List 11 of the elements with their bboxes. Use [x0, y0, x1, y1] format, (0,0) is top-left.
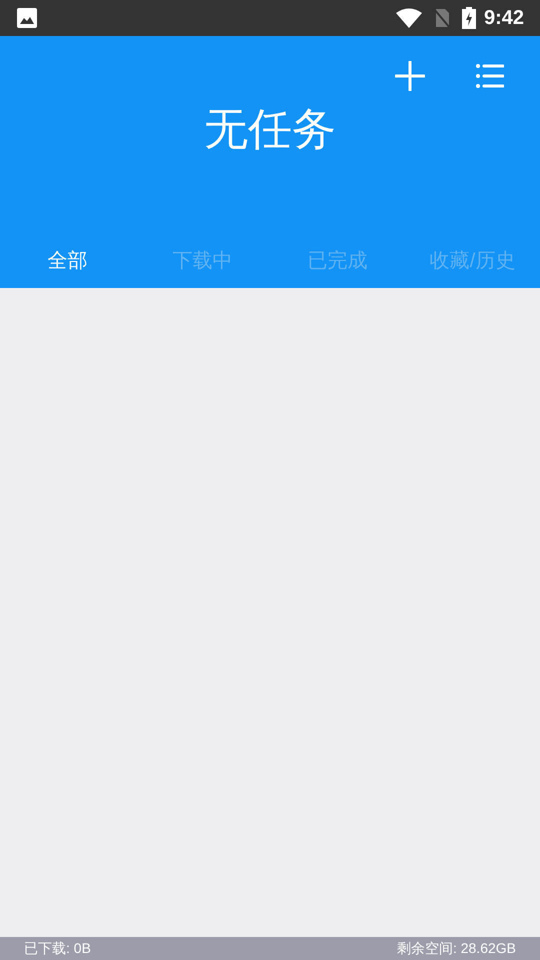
- tab[interactable]: 已完成: [270, 234, 405, 288]
- page-title: 无任务: [204, 108, 336, 152]
- tab[interactable]: 收藏/历史: [405, 234, 540, 288]
- tab[interactable]: 下载中: [135, 234, 270, 288]
- battery-charging-icon: [462, 7, 476, 29]
- downloaded-size: 已下载: 0B: [24, 939, 91, 958]
- wifi-icon: [396, 8, 422, 28]
- tab[interactable]: 全部: [0, 234, 135, 288]
- image-icon: [16, 7, 38, 29]
- free-space: 剩余空间: 28.62GB: [396, 939, 516, 958]
- clock-time: 9:42: [484, 6, 524, 31]
